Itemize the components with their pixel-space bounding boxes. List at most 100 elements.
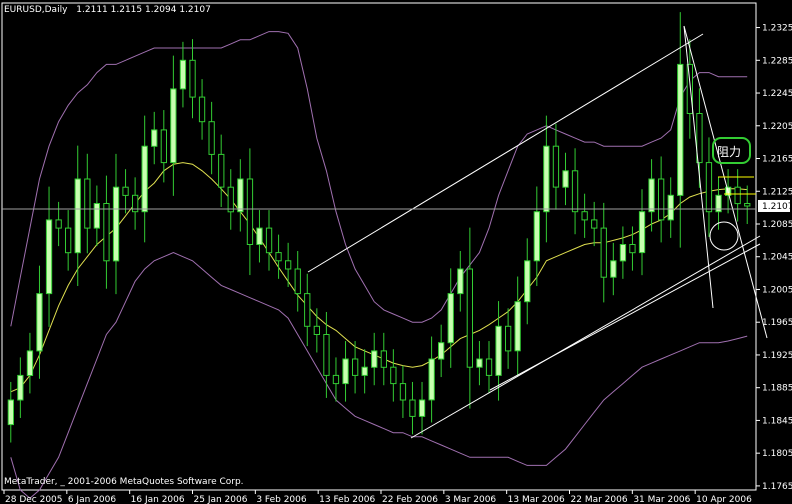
last-price-label: 1.2107 (762, 202, 792, 212)
candle-body (170, 88, 177, 164)
y-tick-label: 1.2205 (762, 122, 792, 132)
y-tick-label: 1.1765 (762, 482, 792, 492)
candle-body (600, 227, 607, 278)
candle-body (332, 374, 340, 385)
candle-body (208, 121, 215, 155)
candle-body (256, 227, 263, 246)
candle-body (571, 170, 579, 213)
ohlc-label: 1.2111 1.2115 1.2094 1.2107 (76, 5, 211, 15)
candle-body (304, 293, 311, 327)
candle-body (179, 59, 187, 90)
x-tick-label: 3 Feb 2006 (256, 495, 307, 504)
candle-body (294, 268, 301, 295)
candle-body (17, 374, 24, 401)
y-tick-label: 1.1965 (762, 318, 792, 328)
x-tick-label: 3 Mar 2006 (445, 495, 497, 504)
candle-body (562, 170, 569, 188)
candle-body (237, 178, 244, 213)
candle-body (438, 342, 445, 360)
candle-body (151, 129, 158, 147)
chart-header: EURUSD,Daily 1.2111 1.2115 1.2094 1.2107 (4, 5, 211, 15)
candle-body (361, 366, 368, 376)
x-tick-label: 22 Mar 2006 (571, 495, 628, 504)
candle-body (74, 178, 81, 254)
candle-body (122, 186, 129, 196)
forex-chart[interactable]: 1.2325 1.2285 1.2245 1.2205 1.2165 1.2125 1.20… (0, 0, 792, 504)
candle-body (705, 162, 713, 213)
candle-body (352, 358, 359, 376)
candle-body (667, 194, 674, 221)
candle-body (591, 219, 598, 229)
candle-body (610, 260, 617, 278)
candle-body (485, 358, 493, 376)
candle-body (26, 350, 34, 376)
candle-body (160, 129, 167, 164)
y-tick-label: 1.2245 (762, 89, 792, 99)
candle-body (495, 325, 502, 376)
x-tick-label: 31 Mar 2006 (633, 495, 690, 504)
candle-body (84, 178, 91, 229)
candle-body (466, 268, 474, 368)
candle-body (36, 293, 43, 352)
candle-body (227, 186, 234, 213)
candle-body (246, 178, 254, 245)
candle-body (543, 145, 550, 213)
candle-body (265, 227, 273, 254)
y-tick-label: 1.1885 (762, 384, 792, 394)
x-tick-label: 28 Dec 2005 (5, 495, 63, 504)
candle-body (399, 383, 407, 401)
x-tick-label: 10 Apr 2006 (696, 495, 752, 504)
y-tick-label: 1.2165 (762, 155, 792, 165)
x-tick-label: 13 Feb 2006 (319, 495, 375, 504)
candle-body (275, 252, 282, 262)
copyright-text: MetaTrader, _ 2001-2006 MetaQuotes Softw… (4, 477, 244, 487)
candle-body (744, 203, 751, 207)
candle-body (686, 63, 694, 114)
candle-body (198, 96, 206, 123)
y-tick-label: 1.1805 (762, 449, 792, 459)
candle-body (638, 211, 646, 254)
y-tick-label: 1.2125 (762, 187, 792, 197)
y-tick-label: 1.2045 (762, 253, 792, 263)
candle-body (189, 59, 196, 98)
candle-body (648, 178, 655, 213)
candle-body (658, 178, 665, 221)
y-tick-label: 1.1845 (762, 416, 792, 426)
candle-body (552, 145, 560, 188)
x-tick-label: 13 Mar 2006 (508, 495, 565, 504)
y-tick-label: 1.2285 (762, 56, 792, 66)
candle-body (323, 334, 330, 376)
candle-body (533, 211, 541, 262)
candle-body (65, 227, 72, 254)
candle-body (505, 325, 512, 352)
candle-body (428, 358, 435, 401)
x-tick-label: 22 Feb 2006 (382, 495, 438, 504)
candle-body (734, 186, 741, 205)
candle-body (371, 350, 378, 368)
candle-body (103, 203, 110, 262)
y-tick-label: 1.1925 (762, 351, 792, 361)
candle-body (112, 186, 120, 262)
candle-body (447, 293, 454, 344)
candle-body (390, 366, 397, 385)
candle-body (380, 350, 388, 368)
candle-body (476, 358, 483, 368)
candle-body (285, 260, 292, 270)
candle-body (55, 219, 62, 229)
x-tick-label: 25 Jan 2006 (194, 495, 248, 504)
candle-body (409, 399, 416, 417)
symbol-label: EURUSD,Daily (4, 5, 68, 15)
chart-svg: 1.2325 1.2285 1.2245 1.2205 1.2165 1.2125 1.20… (1, 2, 792, 504)
candle-body (141, 145, 148, 213)
candle-body (514, 301, 521, 352)
candle-body (677, 63, 684, 196)
candle-body (619, 244, 627, 262)
candle-body (629, 244, 636, 254)
candle-body (45, 219, 53, 295)
resistance-label: 阻力 (717, 145, 741, 159)
candle-body (418, 399, 426, 417)
y-tick-label: 1.2085 (762, 220, 792, 230)
x-tick-label: 16 Jan 2006 (131, 495, 185, 504)
candle-body (342, 358, 349, 385)
x-tick-label: 6 Jan 2006 (68, 495, 116, 504)
